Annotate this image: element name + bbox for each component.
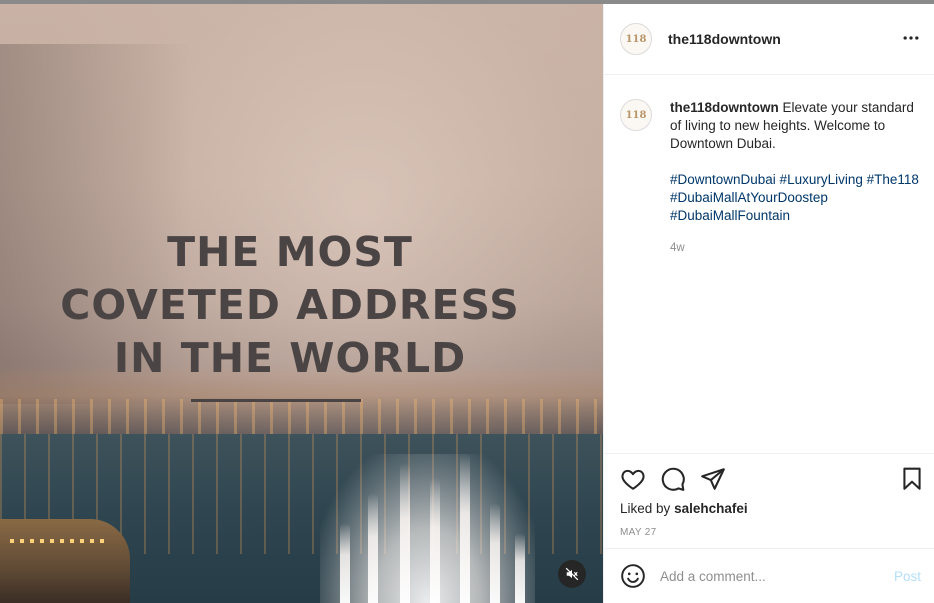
bookmark-icon[interactable] xyxy=(899,466,925,492)
comment-bar: Post xyxy=(604,548,934,603)
fountain-jet xyxy=(368,493,378,603)
post-comment-button[interactable]: Post xyxy=(894,569,921,584)
caption-text: the118downtown Elevate your standard of … xyxy=(670,99,920,153)
avatar-logo-text: 118 xyxy=(625,33,647,45)
souk-building xyxy=(0,519,130,603)
avatar-logo-text: 118 xyxy=(625,109,647,121)
avatar[interactable]: 118 xyxy=(620,23,652,55)
fountain-jet xyxy=(515,533,525,603)
caption-username[interactable]: the118downtown xyxy=(670,100,779,115)
city-lights xyxy=(0,399,603,439)
comment-icon[interactable] xyxy=(660,466,686,492)
fountain-jet xyxy=(400,463,410,603)
headline-line-2: COVETED ADDRESS xyxy=(60,281,520,329)
post-sidebar: 118 the118downtown 118 the118downtown El… xyxy=(603,4,934,603)
fountain-jet xyxy=(460,453,470,603)
share-icon[interactable] xyxy=(700,466,726,492)
comment-input[interactable] xyxy=(660,568,880,584)
fountain-jet xyxy=(430,478,440,603)
caption-time-ago[interactable]: 4w xyxy=(670,239,920,257)
more-horizontal-icon[interactable] xyxy=(901,28,921,48)
action-icons xyxy=(620,466,726,492)
post-actions: Liked by salehchafei MAY 27 xyxy=(604,453,934,548)
headline-line-1: THE MOST xyxy=(167,228,413,276)
fountain-jet xyxy=(340,523,350,603)
fountain-jet xyxy=(490,503,500,603)
heart-icon[interactable] xyxy=(620,466,646,492)
post-header: 118 the118downtown xyxy=(604,4,934,75)
caption-avatar[interactable]: 118 xyxy=(620,99,652,131)
speaker-muted-icon xyxy=(565,567,579,581)
instagram-post-view: THE MOST COVETED ADDRESS IN THE WORLD 11… xyxy=(0,0,934,603)
headline-line-3: IN THE WORLD xyxy=(113,334,467,382)
fountain-spray xyxy=(320,453,535,603)
post-date[interactable]: MAY 27 xyxy=(620,527,656,538)
emoji-icon[interactable] xyxy=(620,563,646,589)
video-headline: THE MOST COVETED ADDRESS IN THE WORLD xyxy=(0,226,580,385)
caption-body: the118downtown Elevate your standard of … xyxy=(670,99,920,257)
caption: 118 the118downtown Elevate your standard… xyxy=(620,99,920,257)
caption-hashtags[interactable]: #DowntownDubai #LuxuryLiving #The118 #Du… xyxy=(670,171,920,225)
liked-by-label: Liked by xyxy=(620,501,671,516)
mute-button[interactable] xyxy=(558,560,586,588)
headline-underline xyxy=(191,399,361,402)
liked-by: Liked by salehchafei xyxy=(620,501,748,516)
post-username[interactable]: the118downtown xyxy=(668,31,781,47)
liked-by-user[interactable]: salehchafei xyxy=(674,501,748,516)
post-media[interactable]: THE MOST COVETED ADDRESS IN THE WORLD xyxy=(0,4,603,603)
